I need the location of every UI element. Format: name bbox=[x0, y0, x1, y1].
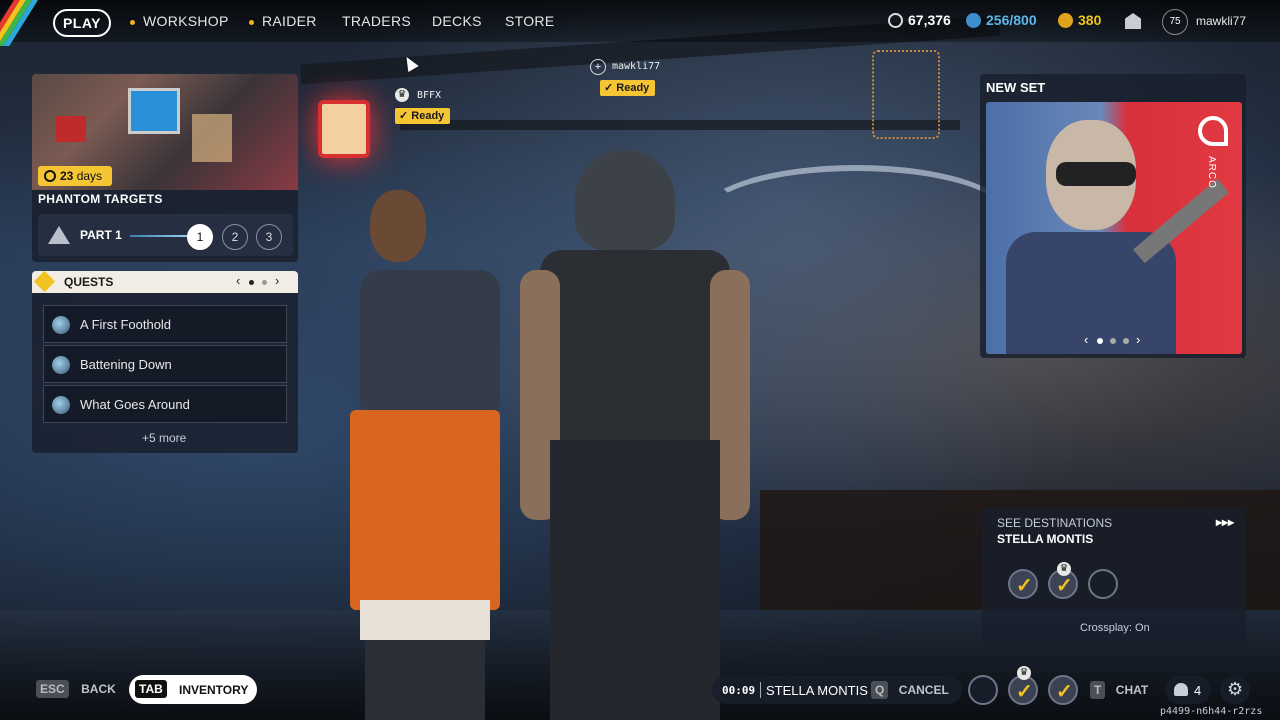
t-key-hint: T bbox=[1090, 681, 1106, 699]
bottom-party-slot-ready: ✓ bbox=[1048, 675, 1078, 705]
step-2[interactable]: 2 bbox=[222, 224, 248, 250]
quests-header: QUESTS ‹ › bbox=[32, 270, 298, 293]
days-remaining-badge: 23 days bbox=[38, 166, 112, 186]
token-icon bbox=[1058, 13, 1073, 28]
session-id: p4499-n6h44-r2rzs bbox=[1160, 706, 1263, 717]
event-part-progress: PART 1 1 2 3 bbox=[38, 214, 293, 256]
player-level-badge[interactable]: 75 bbox=[1162, 9, 1188, 35]
notification-dot-icon bbox=[130, 19, 135, 25]
quests-title: QUESTS bbox=[64, 275, 114, 289]
back-label: BACK bbox=[81, 682, 116, 696]
step-1[interactable]: 1 bbox=[187, 224, 213, 250]
add-friend-icon[interactable]: + bbox=[590, 59, 606, 75]
people-icon bbox=[1174, 683, 1188, 696]
nav-traders[interactable]: TRADERS bbox=[342, 13, 411, 29]
carousel-next-icon[interactable]: › bbox=[1136, 332, 1140, 347]
party-slot-ready: ✓ bbox=[1008, 569, 1038, 599]
gear-icon: ⚙ bbox=[1227, 679, 1244, 699]
profile-username[interactable]: mawkli77 bbox=[1196, 14, 1246, 28]
q-key-hint: Q bbox=[871, 681, 889, 699]
esc-key-hint: ESC bbox=[36, 680, 69, 698]
checkmark-icon: ✓ bbox=[1016, 681, 1033, 703]
ready-badge: ✓ Ready bbox=[395, 108, 451, 124]
mail-icon[interactable] bbox=[1125, 13, 1141, 29]
bottom-party-slot-empty[interactable] bbox=[968, 675, 998, 705]
back-control[interactable]: ESC BACK bbox=[36, 680, 116, 698]
red-lamp bbox=[318, 100, 370, 158]
new-set-artwork: ARCO bbox=[986, 102, 1242, 354]
settings-button[interactable]: ⚙ bbox=[1220, 676, 1250, 704]
inventory-button[interactable]: TAB INVENTORY bbox=[129, 675, 257, 704]
quest-globe-icon bbox=[52, 356, 70, 374]
quest-item[interactable]: A First Foothold bbox=[43, 305, 287, 343]
quest-diamond-icon bbox=[33, 270, 56, 293]
carousel-prev-icon[interactable]: ‹ bbox=[1084, 332, 1088, 347]
event-title: PHANTOM TARGETS bbox=[38, 192, 163, 206]
new-set-panel[interactable]: NEW SET ARCO ‹ › bbox=[980, 74, 1246, 358]
part-label: PART 1 bbox=[80, 228, 122, 242]
new-set-title: NEW SET bbox=[986, 80, 1046, 95]
crossplay-status: Crossplay: On bbox=[1080, 622, 1150, 634]
cancel-queue-control[interactable]: Q CANCEL bbox=[871, 681, 949, 699]
nav-raider[interactable]: RAIDER bbox=[249, 13, 317, 29]
checkmark-icon: ✓ bbox=[1056, 575, 1073, 597]
destinations-panel[interactable]: SEE DESTINATIONS ▸▸▸ STELLA MONTIS ✓ ✓ ♛… bbox=[982, 508, 1246, 642]
see-destinations-label: SEE DESTINATIONS bbox=[997, 516, 1113, 530]
fast-forward-icon[interactable]: ▸▸▸ bbox=[1216, 515, 1234, 529]
brand-name: ARCO bbox=[1206, 156, 1217, 189]
coins-currency: 67,376 bbox=[888, 12, 951, 28]
arco-logo-icon bbox=[1198, 116, 1228, 146]
quests-prev-arrow-icon[interactable]: ‹ bbox=[236, 273, 240, 288]
quests-page-dot bbox=[262, 280, 267, 285]
nav-decks[interactable]: DECKS bbox=[432, 13, 482, 29]
timer-icon bbox=[44, 170, 56, 182]
play-button[interactable]: PLAY bbox=[53, 9, 111, 37]
tab-key-hint: TAB bbox=[135, 680, 167, 698]
storage-capacity: 256/800 bbox=[966, 12, 1037, 28]
nav-store[interactable]: STORE bbox=[505, 13, 554, 29]
quests-page-dot-active bbox=[249, 280, 254, 285]
carousel-dot-active bbox=[1097, 338, 1103, 344]
crown-icon: ♛ bbox=[1057, 562, 1071, 576]
divider bbox=[760, 682, 761, 698]
cancel-label: CANCEL bbox=[898, 683, 949, 697]
nav-workshop[interactable]: WORKSHOP bbox=[130, 13, 229, 29]
chat-label: CHAT bbox=[1115, 683, 1149, 697]
raider-character-helmet bbox=[520, 150, 760, 720]
part-progress-line bbox=[130, 235, 188, 237]
quest-item[interactable]: What Goes Around bbox=[43, 385, 287, 423]
party-count-button[interactable]: 4 bbox=[1165, 676, 1211, 704]
triangle-emblem-icon bbox=[48, 226, 70, 244]
queue-timer: 00:09 bbox=[722, 684, 756, 697]
coin-icon bbox=[888, 13, 903, 28]
party-count: 4 bbox=[1194, 683, 1202, 698]
carousel-dot bbox=[1110, 338, 1116, 344]
tokens-currency: 380 bbox=[1058, 12, 1101, 28]
queue-destination: STELLA MONTIS bbox=[766, 683, 868, 698]
destination-name: STELLA MONTIS bbox=[997, 532, 1094, 546]
checkmark-icon: ✓ bbox=[1056, 681, 1073, 703]
inventory-label: INVENTORY bbox=[179, 683, 249, 697]
crown-icon: ♛ bbox=[395, 88, 409, 102]
quest-globe-icon bbox=[52, 396, 70, 414]
party-slot-empty[interactable] bbox=[1088, 569, 1118, 599]
raider-character-orange bbox=[350, 190, 520, 720]
quests-more-link[interactable]: +5 more bbox=[142, 431, 186, 445]
top-nav-bar: PLAY WORKSHOP RAIDER TRADERS DECKS STORE… bbox=[0, 0, 1280, 46]
stash-icon bbox=[966, 13, 981, 28]
event-panel[interactable]: 23 days PHANTOM TARGETS PART 1 1 2 3 bbox=[32, 74, 298, 262]
quest-item[interactable]: Battening Down bbox=[43, 345, 287, 383]
crown-icon: ♛ bbox=[1017, 666, 1031, 680]
carousel-dot bbox=[1123, 338, 1129, 344]
checkmark-icon: ✓ bbox=[1016, 575, 1033, 597]
quests-next-arrow-icon[interactable]: › bbox=[275, 273, 279, 288]
quest-globe-icon bbox=[52, 316, 70, 334]
chat-control[interactable]: T CHAT bbox=[1090, 681, 1148, 699]
ready-badge: ✓ Ready bbox=[600, 80, 656, 96]
step-3[interactable]: 3 bbox=[256, 224, 282, 250]
notification-dot-icon bbox=[249, 19, 254, 25]
neon-arrow-sign bbox=[872, 50, 940, 139]
